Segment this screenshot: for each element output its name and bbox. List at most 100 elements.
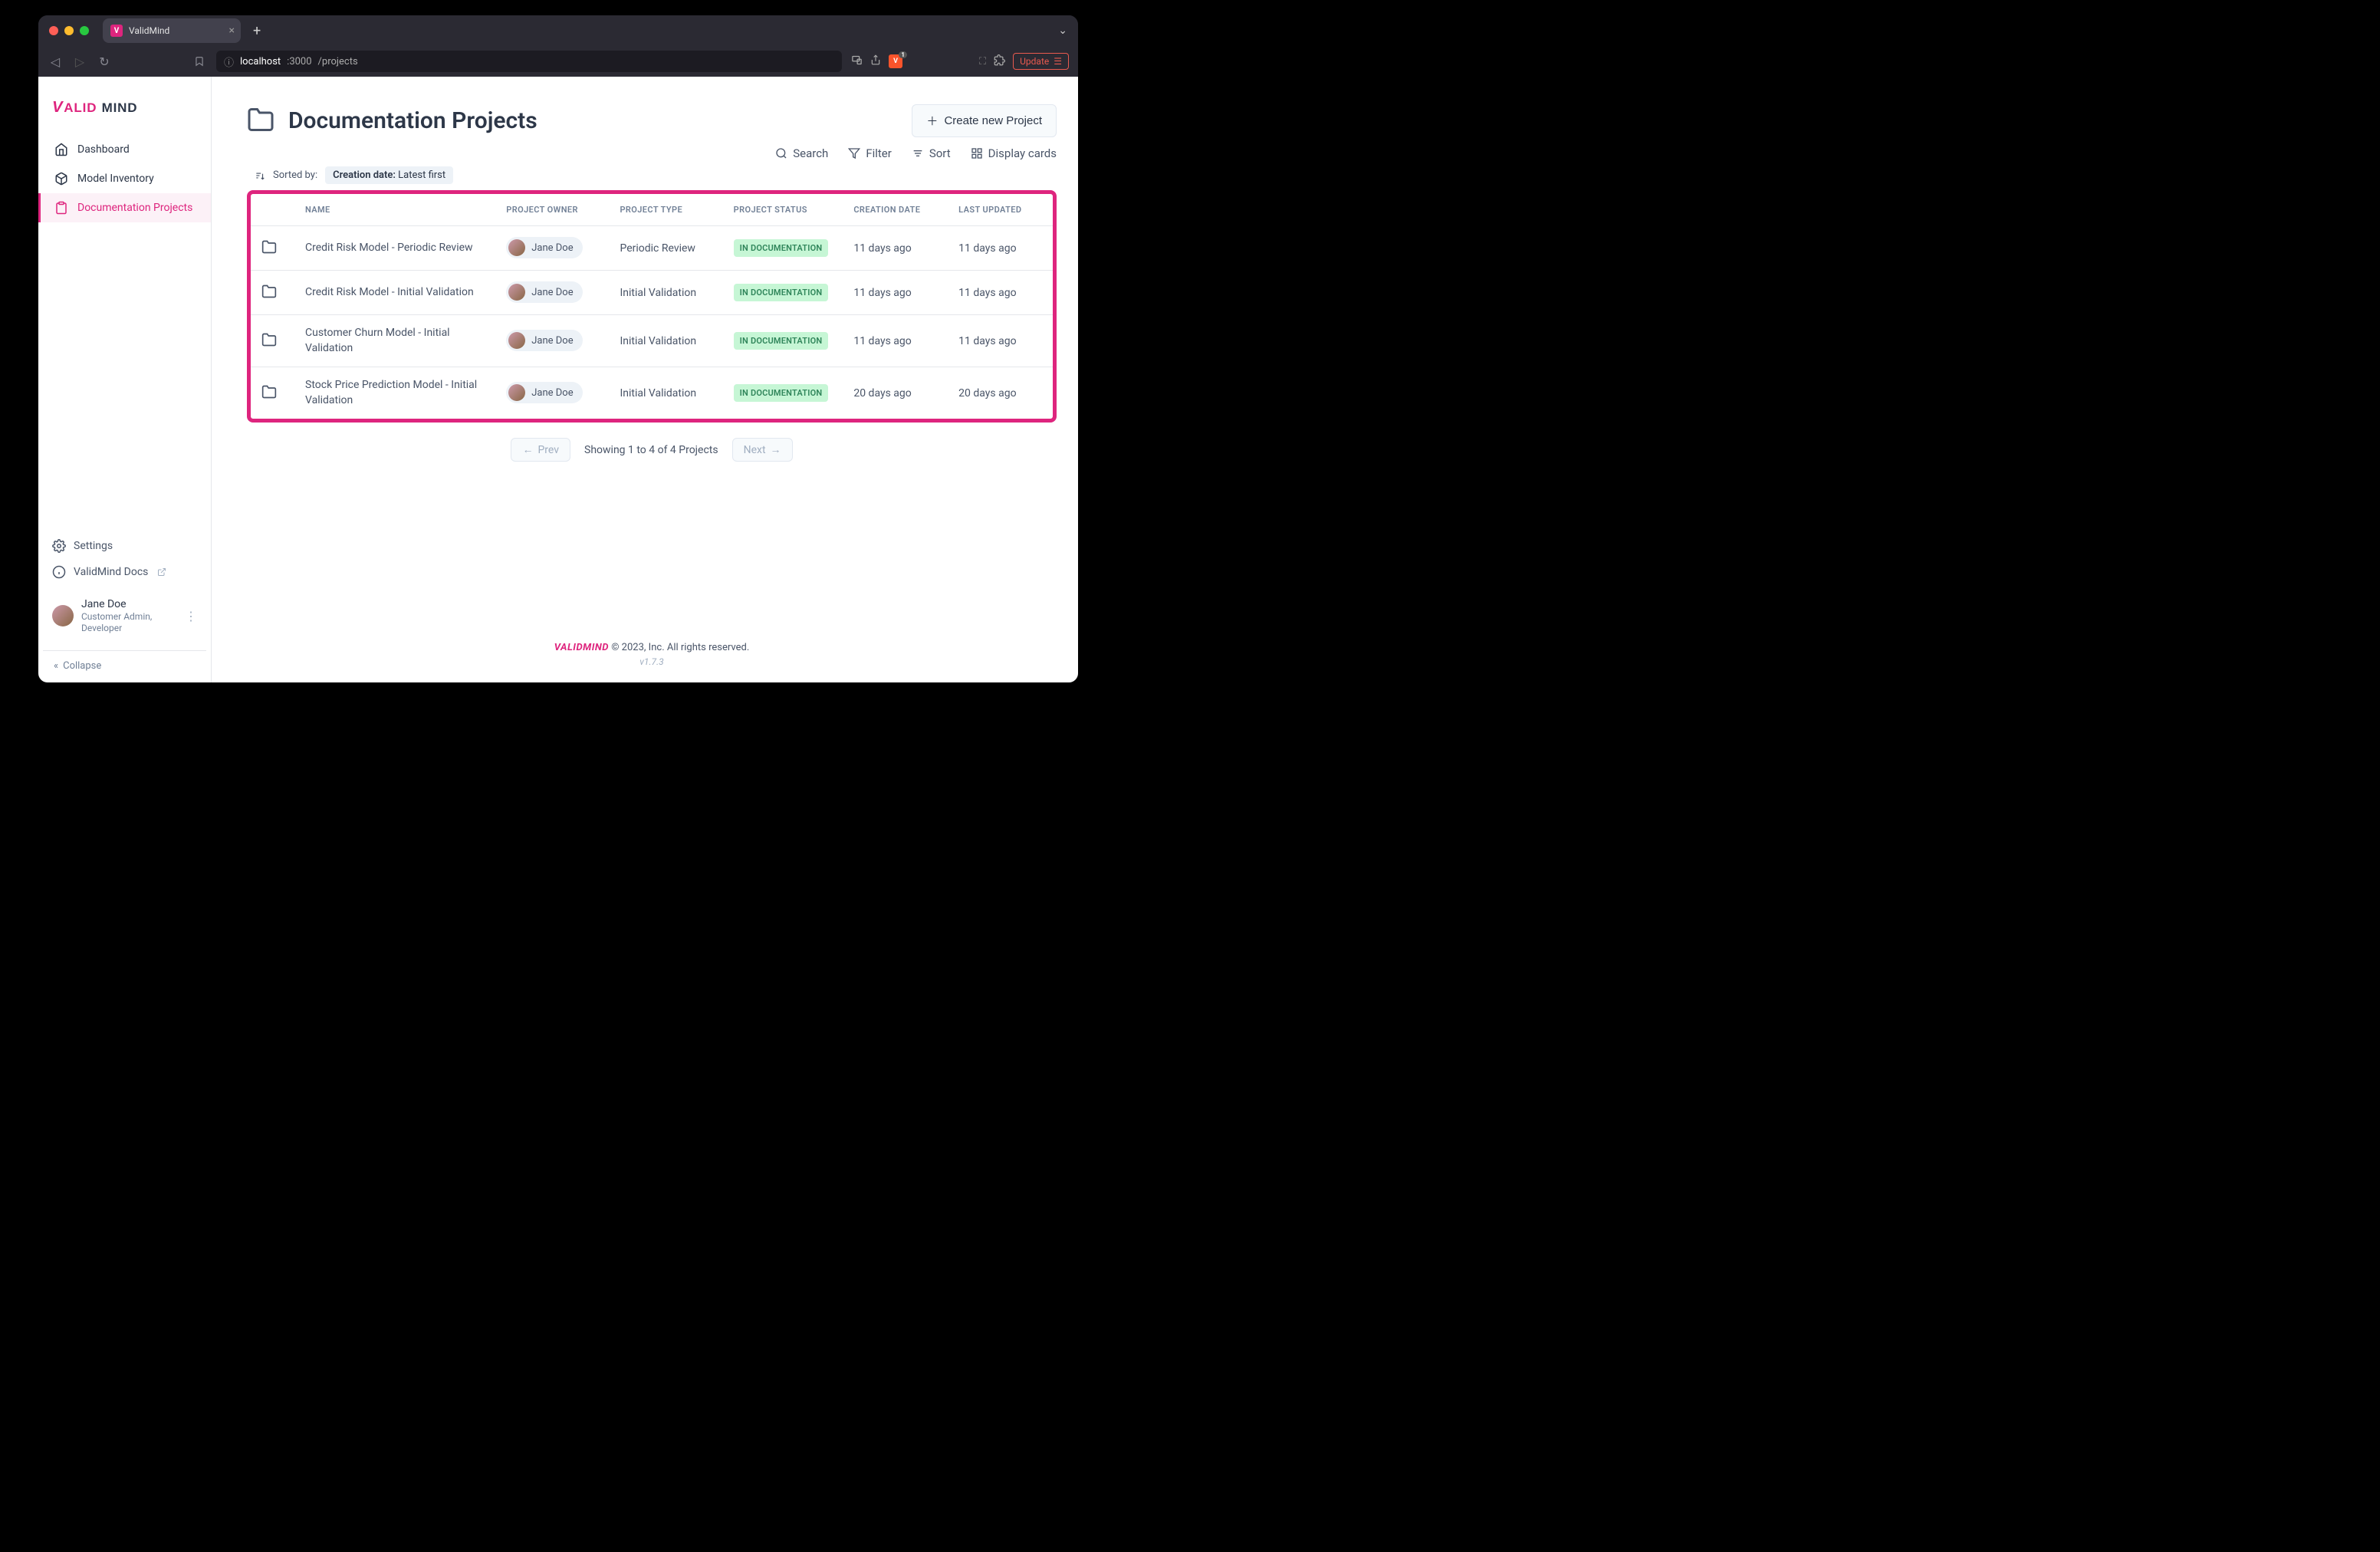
toolbar-search[interactable]: Search — [775, 146, 828, 160]
pagination: ← Prev Showing 1 to 4 of 4 Projects Next… — [247, 438, 1057, 462]
sidebar-item-dashboard[interactable]: Dashboard — [38, 135, 211, 164]
updated-date: 11 days ago — [948, 315, 1053, 367]
home-icon — [54, 143, 68, 156]
projects-table: NAME PROJECT OWNER PROJECT TYPE PROJECT … — [251, 194, 1053, 419]
chevron-double-left-icon: « — [54, 660, 58, 672]
cube-icon — [54, 172, 68, 186]
bookmark-icon[interactable] — [192, 56, 207, 67]
pagination-summary: Showing 1 to 4 of 4 Projects — [584, 444, 718, 456]
user-info: Jane Doe Customer Admin, Developer — [81, 597, 177, 635]
tabs-dropdown-icon[interactable]: ⌄ — [1058, 25, 1067, 37]
tab-title: ValidMind — [129, 25, 169, 36]
share-icon[interactable] — [870, 54, 881, 68]
responsive-icon[interactable] — [851, 54, 863, 69]
sidebar-docs[interactable]: ValidMind Docs — [43, 559, 206, 585]
col-type[interactable]: PROJECT TYPE — [609, 194, 722, 226]
docs-label: ValidMind Docs — [74, 566, 148, 578]
prev-button[interactable]: ← Prev — [511, 438, 570, 462]
main: Documentation Projects ＋ Create new Proj… — [212, 77, 1078, 682]
sort-chip[interactable]: Creation date: Latest first — [325, 166, 453, 184]
sidebar-user[interactable]: Jane Doe Customer Admin, Developer ⋮ — [43, 590, 206, 643]
avatar — [508, 384, 525, 401]
project-type: Initial Validation — [609, 271, 722, 315]
col-updated[interactable]: LAST UPDATED — [948, 194, 1053, 226]
created-date: 20 days ago — [843, 367, 948, 419]
window-minimize-button[interactable] — [64, 26, 74, 35]
extensions-icon[interactable] — [994, 54, 1005, 69]
created-date: 11 days ago — [843, 315, 948, 367]
nav-forward-icon[interactable]: ▷ — [72, 54, 87, 69]
folder-icon — [261, 245, 277, 258]
projects-table-container: NAME PROJECT OWNER PROJECT TYPE PROJECT … — [247, 190, 1057, 423]
sidebar-item-model-inventory[interactable]: Model Inventory — [38, 164, 211, 193]
toolbar-filter[interactable]: Filter — [848, 146, 892, 160]
folder-icon — [261, 338, 277, 350]
sort-arrows-icon — [255, 170, 265, 181]
sidebar-settings[interactable]: Settings — [43, 533, 206, 559]
brave-shields-icon[interactable]: V1 — [889, 54, 902, 68]
project-name: Stock Price Prediction Model - Initial V… — [294, 367, 495, 419]
avatar — [52, 605, 74, 626]
table-row[interactable]: Credit Risk Model - Initial Validation J… — [251, 271, 1053, 315]
owner-name: Jane Doe — [531, 242, 573, 254]
owner-name: Jane Doe — [531, 387, 573, 399]
window-close-button[interactable] — [49, 26, 58, 35]
toolbar-display-cards[interactable]: Display cards — [971, 146, 1057, 160]
sidebar-collapse[interactable]: « Collapse — [43, 650, 206, 672]
owner-chip[interactable]: Jane Doe — [506, 237, 582, 258]
window-maximize-button[interactable] — [80, 26, 89, 35]
sidebar-item-label: Model Inventory — [77, 173, 154, 185]
sort-chip-val: Latest first — [396, 169, 445, 181]
info-icon — [52, 565, 66, 579]
table-row[interactable]: Stock Price Prediction Model - Initial V… — [251, 367, 1053, 419]
table-row[interactable]: Credit Risk Model - Periodic Review Jane… — [251, 226, 1053, 271]
col-name[interactable]: NAME — [294, 194, 495, 226]
folder-icon — [247, 106, 274, 136]
svg-text:V: V — [52, 99, 64, 116]
collapse-label: Collapse — [63, 660, 101, 672]
browser-titlebar: V ValidMind × + ⌄ — [38, 15, 1078, 46]
sidebar: V ALID MIND Dashboard Model Inventory Do… — [38, 77, 212, 682]
sort-chip-key: Creation date: — [333, 169, 396, 181]
gear-icon — [52, 539, 66, 553]
nav-back-icon[interactable]: ◁ — [48, 54, 63, 69]
col-created[interactable]: CREATION DATE — [843, 194, 948, 226]
close-tab-icon[interactable]: × — [229, 25, 235, 37]
updated-date: 11 days ago — [948, 271, 1053, 315]
project-name: Credit Risk Model - Initial Validation — [294, 271, 495, 315]
fullscreen-icon[interactable]: ⛶ — [979, 56, 986, 67]
project-name: Customer Churn Model - Initial Validatio… — [294, 315, 495, 367]
create-project-button[interactable]: ＋ Create new Project — [912, 104, 1057, 137]
project-type: Periodic Review — [609, 226, 722, 271]
nav-reload-icon[interactable]: ↻ — [97, 54, 112, 69]
owner-chip[interactable]: Jane Doe — [506, 382, 582, 403]
created-date: 11 days ago — [843, 271, 948, 315]
app-viewport: V ALID MIND Dashboard Model Inventory Do… — [38, 77, 1078, 682]
table-row[interactable]: Customer Churn Model - Initial Validatio… — [251, 315, 1053, 367]
next-button[interactable]: Next → — [732, 438, 793, 462]
col-owner[interactable]: PROJECT OWNER — [495, 194, 609, 226]
new-tab-button[interactable]: + — [247, 23, 267, 39]
external-link-icon — [157, 567, 166, 577]
toolbar-sort[interactable]: Sort — [912, 146, 951, 160]
browser-update-button[interactable]: Update ☰ — [1013, 53, 1069, 70]
brand-logo[interactable]: V ALID MIND — [38, 90, 211, 135]
sidebar-item-documentation-projects[interactable]: Documentation Projects — [38, 193, 211, 222]
page-header: Documentation Projects ＋ Create new Proj… — [247, 104, 1057, 137]
col-status[interactable]: PROJECT STATUS — [723, 194, 843, 226]
status-badge: IN DOCUMENTATION — [734, 384, 829, 402]
owner-chip[interactable]: Jane Doe — [506, 281, 582, 303]
url-host: localhost — [240, 56, 281, 67]
avatar — [508, 332, 525, 349]
shields-count: 1 — [899, 51, 907, 58]
user-menu-icon[interactable]: ⋮ — [185, 609, 197, 623]
footer-version: v1.7.3 — [247, 656, 1057, 667]
status-badge: IN DOCUMENTATION — [734, 239, 829, 257]
site-info-icon[interactable]: ⓘ — [224, 54, 234, 69]
owner-chip[interactable]: Jane Doe — [506, 330, 582, 351]
browser-tab[interactable]: V ValidMind × — [103, 18, 241, 43]
sidebar-item-label: Documentation Projects — [77, 202, 192, 214]
project-type: Initial Validation — [609, 315, 722, 367]
toolbar: Search Filter Sort Display cards — [247, 146, 1057, 160]
url-input[interactable]: ⓘ localhost:3000/projects — [216, 51, 842, 72]
